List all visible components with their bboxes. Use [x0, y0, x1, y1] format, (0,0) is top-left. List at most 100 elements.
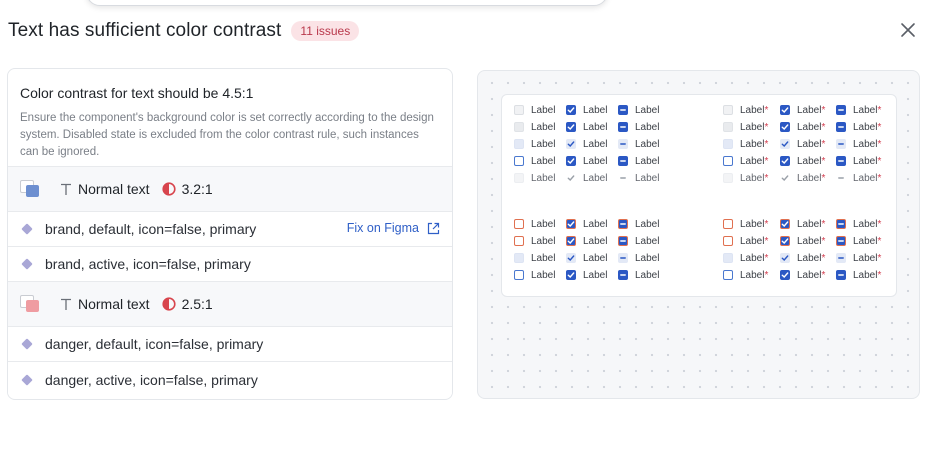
minus-icon [838, 160, 844, 162]
issues-badge: 11 issues [291, 21, 360, 41]
checkbox-variant: Label [566, 172, 607, 184]
checkbox-label: Label* [797, 155, 826, 167]
checkbox-sample [780, 270, 790, 280]
checkbox-variant: Label [514, 138, 555, 150]
checkbox-variant: Label* [723, 235, 768, 247]
checkbox-label: Label [583, 252, 608, 264]
checkbox-variant: Label* [723, 121, 768, 133]
checkbox-variant: Label [566, 155, 607, 167]
checkbox-sample [723, 236, 733, 246]
required-mark: * [764, 172, 769, 184]
check-icon [781, 107, 789, 114]
required-mark: * [764, 269, 769, 281]
check-icon [567, 141, 575, 148]
fix-on-figma-link[interactable]: Fix on Figma [347, 221, 440, 235]
checkbox-label: Label [531, 172, 556, 184]
checkbox-label: Label [531, 104, 556, 116]
checkbox-label: Label [583, 269, 608, 281]
check-icon [781, 255, 789, 262]
checkbox-label: Label [635, 138, 660, 150]
checkbox-variant: Label* [836, 121, 881, 133]
check-icon [781, 238, 789, 245]
issue-item-row[interactable]: brand, default, icon=false, primary Fix … [8, 212, 452, 247]
required-mark: * [764, 252, 769, 264]
checkbox-label: Label [635, 155, 660, 167]
check-icon [567, 238, 575, 245]
checkbox-label: Label* [740, 138, 769, 150]
minus-icon [838, 177, 844, 179]
checkbox-variant: Label* [836, 104, 881, 116]
checkbox-variant: Label [618, 269, 659, 281]
minus-icon [620, 257, 626, 259]
check-icon [567, 272, 575, 279]
checkbox-variant: Label [618, 172, 659, 184]
checkbox-variant: Label [566, 235, 607, 247]
check-icon [567, 124, 575, 131]
issue-item-row[interactable]: danger, default, icon=false, primary [8, 327, 452, 362]
required-mark: * [764, 235, 769, 247]
issue-item-label: brand, active, icon=false, primary [45, 256, 251, 272]
checkbox-label: Label* [853, 252, 882, 264]
checkbox-variant: Label [618, 121, 659, 133]
minus-icon [620, 177, 626, 179]
checkbox-label: Label* [853, 121, 882, 133]
component-diamond-icon [21, 338, 33, 350]
group-label: Normal text [78, 296, 150, 312]
checkbox-variant: Label [514, 104, 555, 116]
required-mark: * [821, 235, 826, 247]
required-mark: * [821, 218, 826, 230]
panel-header: Text has sufficient color contrast 11 is… [8, 18, 360, 44]
contrast-group-row[interactable]: Normal text 2.5:1 [8, 282, 452, 327]
component-preview-canvas: Label Label* Label Label* Label Label* Label La… [477, 70, 920, 399]
checkbox-variant: Label [514, 269, 555, 281]
group-label: Normal text [78, 181, 150, 197]
checkbox-label: Label* [797, 138, 826, 150]
contrast-group-row[interactable]: Normal text 3.2:1 [8, 167, 452, 212]
required-mark: * [764, 218, 769, 230]
checkbox-variant: Label* [780, 235, 825, 247]
required-mark: * [877, 269, 882, 281]
checkbox-variant: Label* [723, 138, 768, 150]
checkbox-variant: Label [514, 172, 555, 184]
checkbox-sample [723, 105, 733, 115]
checkbox-label: Label* [797, 235, 826, 247]
issue-item-label: danger, active, icon=false, primary [45, 371, 258, 388]
top-popover-edge [86, 0, 608, 6]
checkbox-variant: Label [618, 235, 659, 247]
checkbox-label: Label [635, 121, 660, 133]
checkbox-label: Label* [740, 235, 769, 247]
required-mark: * [877, 138, 882, 150]
checkbox-label: Label [635, 104, 660, 116]
minus-icon [620, 274, 626, 276]
checkbox-sample [618, 122, 628, 132]
required-mark: * [877, 235, 882, 247]
checkbox-variant: Label [618, 104, 659, 116]
checkbox-sample [836, 122, 846, 132]
checkbox-sample [723, 139, 733, 149]
checkbox-label: Label [635, 218, 660, 230]
close-button[interactable] [898, 20, 918, 40]
checkbox-label: Label* [740, 121, 769, 133]
required-mark: * [877, 252, 882, 264]
checkbox-variant: Label* [780, 104, 825, 116]
checkbox-variant: Label* [780, 218, 825, 230]
checkbox-variant: Label [618, 252, 659, 264]
checkbox-variant: Label* [723, 155, 768, 167]
checkbox-sample [618, 236, 628, 246]
checkbox-sample [514, 139, 524, 149]
checkbox-variant: Label [514, 121, 555, 133]
checkbox-sample [618, 270, 628, 280]
page-title: Text has sufficient color contrast [8, 20, 282, 41]
color-swatch-icon [20, 180, 40, 198]
issue-item-row[interactable]: danger, active, icon=false, primary [8, 362, 452, 397]
issue-item-row[interactable]: brand, active, icon=false, primary [8, 247, 452, 282]
checkbox-sample [836, 253, 846, 263]
checkbox-variant: Label [514, 218, 555, 230]
checkbox-variant: Label [566, 218, 607, 230]
checkbox-sample [566, 156, 576, 166]
checkbox-variant: Label* [836, 138, 881, 150]
check-icon [567, 175, 575, 182]
check-icon [781, 141, 789, 148]
checkbox-variant: Label [618, 138, 659, 150]
checkbox-variant: Label [514, 252, 555, 264]
